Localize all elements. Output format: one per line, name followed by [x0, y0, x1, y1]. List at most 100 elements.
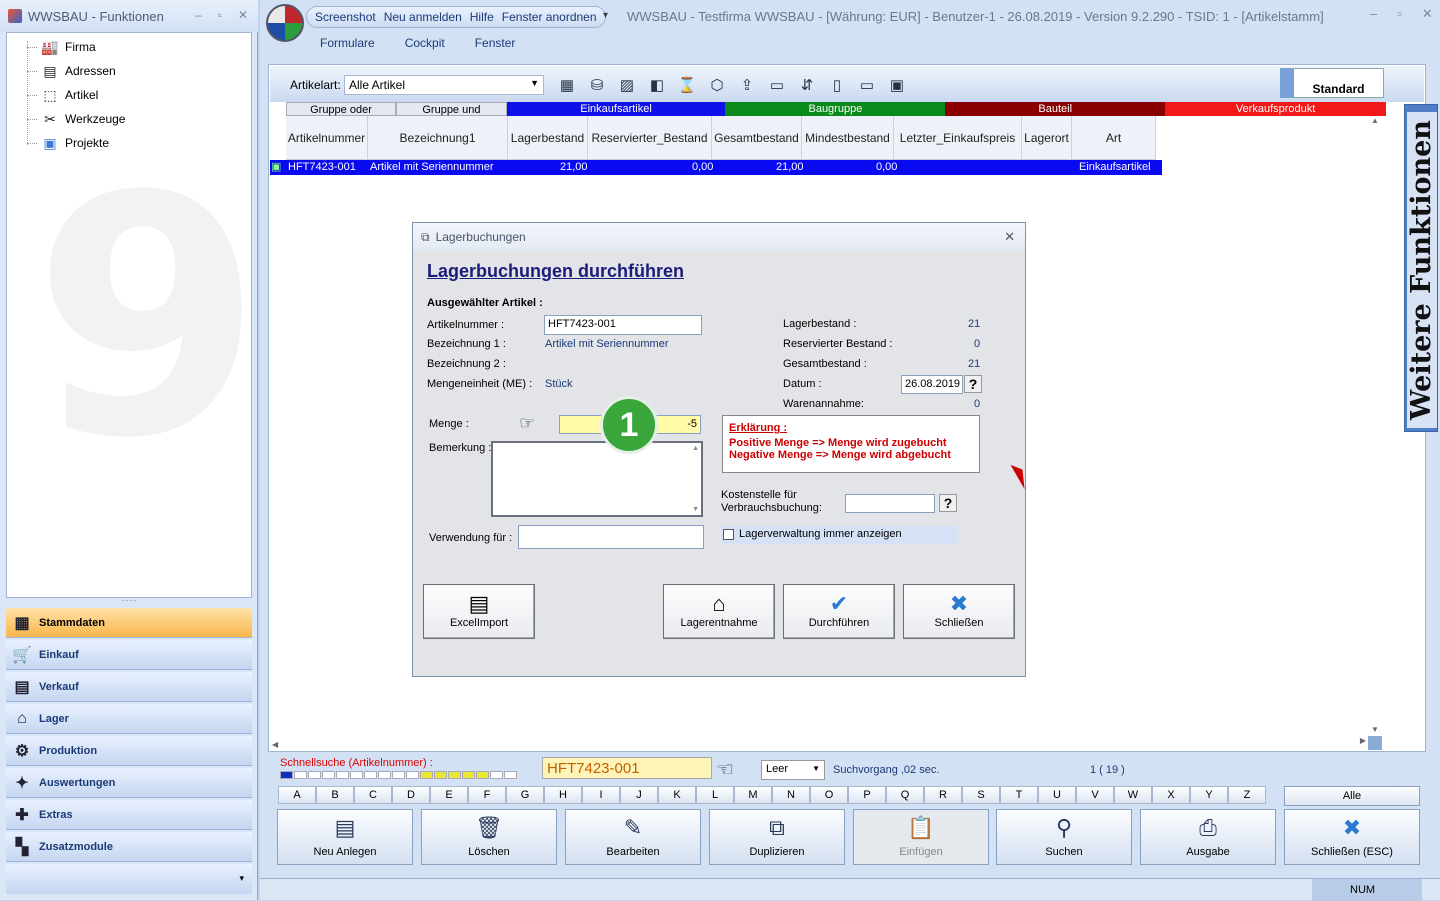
col-gesamtbestand[interactable]: Gesamtbestand [712, 116, 802, 159]
col-bezeichnung1[interactable]: Bezeichnung1 [368, 116, 508, 159]
col-mindestbestand[interactable]: Mindestbestand [802, 116, 894, 159]
letter-z[interactable]: Z [1228, 786, 1266, 804]
tree-item-werkzeuge[interactable]: ✂ Werkzeuge [27, 109, 125, 129]
schliessen-esc-button[interactable]: ✖ Schließen (ESC) [1284, 809, 1420, 865]
leer-select[interactable]: Leer ▼ [761, 760, 825, 780]
artikelnummer-field[interactable]: HFT7423-001 [544, 315, 702, 335]
nav-einkauf[interactable]: 🛒 Einkauf [6, 640, 252, 670]
artikelart-select[interactable]: Alle Artikel ▼ [344, 75, 544, 95]
letter-r[interactable]: R [924, 786, 962, 804]
letter-x[interactable]: X [1152, 786, 1190, 804]
menu-fenster[interactable]: Fenster [475, 36, 516, 50]
nav-auswertungen[interactable]: ✦ Auswertungen [6, 768, 252, 798]
letter-t[interactable]: T [1000, 786, 1038, 804]
hourglass-icon[interactable]: ⌛ [676, 74, 698, 96]
screenshot-button[interactable]: Screenshot [315, 10, 376, 24]
letter-o[interactable]: O [810, 786, 848, 804]
letter-m[interactable]: M [734, 786, 772, 804]
grid-icon[interactable]: ▦ [556, 74, 578, 96]
ausgabe-button[interactable]: ⎙ Ausgabe [1140, 809, 1276, 865]
app-orb-button[interactable] [266, 4, 304, 42]
datum-field[interactable]: 26.08.2019 [901, 375, 963, 394]
schliessen-button[interactable]: ✖ Schließen [903, 584, 1015, 639]
neu-anmelden-button[interactable]: Neu anmelden [384, 10, 462, 24]
letter-i[interactable]: I [582, 786, 620, 804]
filter-baugruppe[interactable]: Baugruppe [725, 102, 946, 116]
filter-verkaufsprodukt[interactable]: Verkaufsprodukt [1165, 102, 1386, 116]
package-icon[interactable]: ⬡ [706, 74, 728, 96]
tree-item-projekte[interactable]: ▣ Projekte [27, 133, 109, 153]
letter-j[interactable]: J [620, 786, 658, 804]
tree-item-artikel[interactable]: ⬚ Artikel [27, 85, 98, 105]
database-icon[interactable]: ⛁ [586, 74, 608, 96]
tree-item-adressen[interactable]: ▤ Adressen [27, 61, 116, 81]
panel-splitter[interactable]: ⋯⋯ [6, 597, 252, 606]
letter-d[interactable]: D [392, 786, 430, 804]
letter-u[interactable]: U [1038, 786, 1076, 804]
excel-import-button[interactable]: ▤ ExcelImport [423, 584, 535, 639]
letter-y[interactable]: Y [1190, 786, 1228, 804]
col-reservierter-bestand[interactable]: Reservierter_Bestand [588, 116, 712, 159]
screen-icon[interactable]: ▣ [886, 74, 908, 96]
letter-e[interactable]: E [430, 786, 468, 804]
duplizieren-button[interactable]: ⧉ Duplizieren [709, 809, 845, 865]
hilfe-button[interactable]: Hilfe [470, 10, 494, 24]
nav-zusatzmodule[interactable]: ▚ Zusatzmodule [6, 832, 252, 862]
layers-icon[interactable]: ◧ [646, 74, 668, 96]
bearbeiten-button[interactable]: ✎ Bearbeiten [565, 809, 701, 865]
window-icon[interactable]: ▭ [856, 74, 878, 96]
table-row[interactable]: ▣ HFT7423-001 Artikel mit Seriennummer 2… [270, 160, 1162, 175]
export-icon[interactable]: ⇪ [736, 74, 758, 96]
letter-f[interactable]: F [468, 786, 506, 804]
nav-stammdaten[interactable]: ▦ Stammdaten [6, 608, 252, 638]
menu-cockpit[interactable]: Cockpit [405, 36, 445, 50]
neu-anlegen-button[interactable]: ▤ Neu Anlegen [277, 809, 413, 865]
filter-einkaufsartikel[interactable]: Einkaufsartikel [506, 102, 726, 116]
lagerverwaltung-checkbox[interactable] [723, 529, 734, 540]
vertical-scrollbar[interactable]: ▲ ▼ [1368, 116, 1382, 736]
col-artikelnummer[interactable]: Artikelnummer [286, 116, 368, 159]
nav-extras[interactable]: ✚ Extras [6, 800, 252, 830]
letter-s[interactable]: S [962, 786, 1000, 804]
alle-button[interactable]: Alle [1284, 786, 1420, 806]
lagerverwaltung-checkbox-row[interactable]: Lagerverwaltung immer anzeigen [721, 526, 957, 544]
maximize-icon[interactable]: ▫ [1397, 6, 1402, 22]
close-icon[interactable]: ✕ [238, 8, 248, 22]
standard-button[interactable]: Standard [1280, 68, 1384, 98]
kostenstelle-help-button[interactable]: ? [939, 494, 957, 512]
filter-gruppe-und[interactable]: Gruppe und [396, 102, 507, 116]
maximize-icon[interactable]: ▫ [218, 8, 222, 22]
fenster-anordnen-button[interactable]: Fenster anordnen [502, 10, 597, 24]
letter-v[interactable]: V [1076, 786, 1114, 804]
letter-c[interactable]: C [354, 786, 392, 804]
letter-w[interactable]: W [1114, 786, 1152, 804]
letter-k[interactable]: K [658, 786, 696, 804]
letter-p[interactable]: P [848, 786, 886, 804]
loeschen-button[interactable]: 🗑 Löschen [421, 809, 557, 865]
durchfuehren-button[interactable]: ✔ Durchführen [783, 584, 895, 639]
letter-h[interactable]: H [544, 786, 582, 804]
kostenstelle-field[interactable] [845, 494, 935, 513]
letter-a[interactable]: A [278, 786, 316, 804]
horizontal-scrollbar[interactable]: ◀ ▶ [272, 736, 1382, 750]
col-lagerort[interactable]: Lagerort [1022, 116, 1072, 159]
letter-q[interactable]: Q [886, 786, 924, 804]
image-icon[interactable]: ▨ [616, 74, 638, 96]
minimize-icon[interactable]: – [195, 8, 202, 22]
quickbar-dropdown-icon[interactable]: ▾ [603, 10, 608, 21]
close-icon[interactable]: ✕ [1422, 6, 1433, 22]
nav-verkauf[interactable]: ▤ Verkauf [6, 672, 252, 702]
sort-icon[interactable]: ⇵ [796, 74, 818, 96]
filter-gruppe-oder[interactable]: Gruppe oder [285, 102, 397, 116]
nav-overflow-button[interactable]: ▾ [6, 864, 252, 894]
suchen-button[interactable]: ⚲ Suchen [996, 809, 1132, 865]
col-art[interactable]: Art [1072, 116, 1156, 159]
verwendung-field[interactable] [518, 525, 704, 549]
letter-g[interactable]: G [506, 786, 544, 804]
lagerentnahme-button[interactable]: ⌂ Lagerentnahme [663, 584, 775, 639]
col-letzter-einkaufspreis[interactable]: Letzter_Einkaufspreis [894, 116, 1022, 159]
minimize-icon[interactable]: – [1370, 6, 1377, 22]
col-lagerbestand[interactable]: Lagerbestand [508, 116, 588, 159]
datum-help-button[interactable]: ? [964, 375, 982, 393]
schnellsuche-input[interactable]: HFT7423-001 [542, 757, 712, 779]
